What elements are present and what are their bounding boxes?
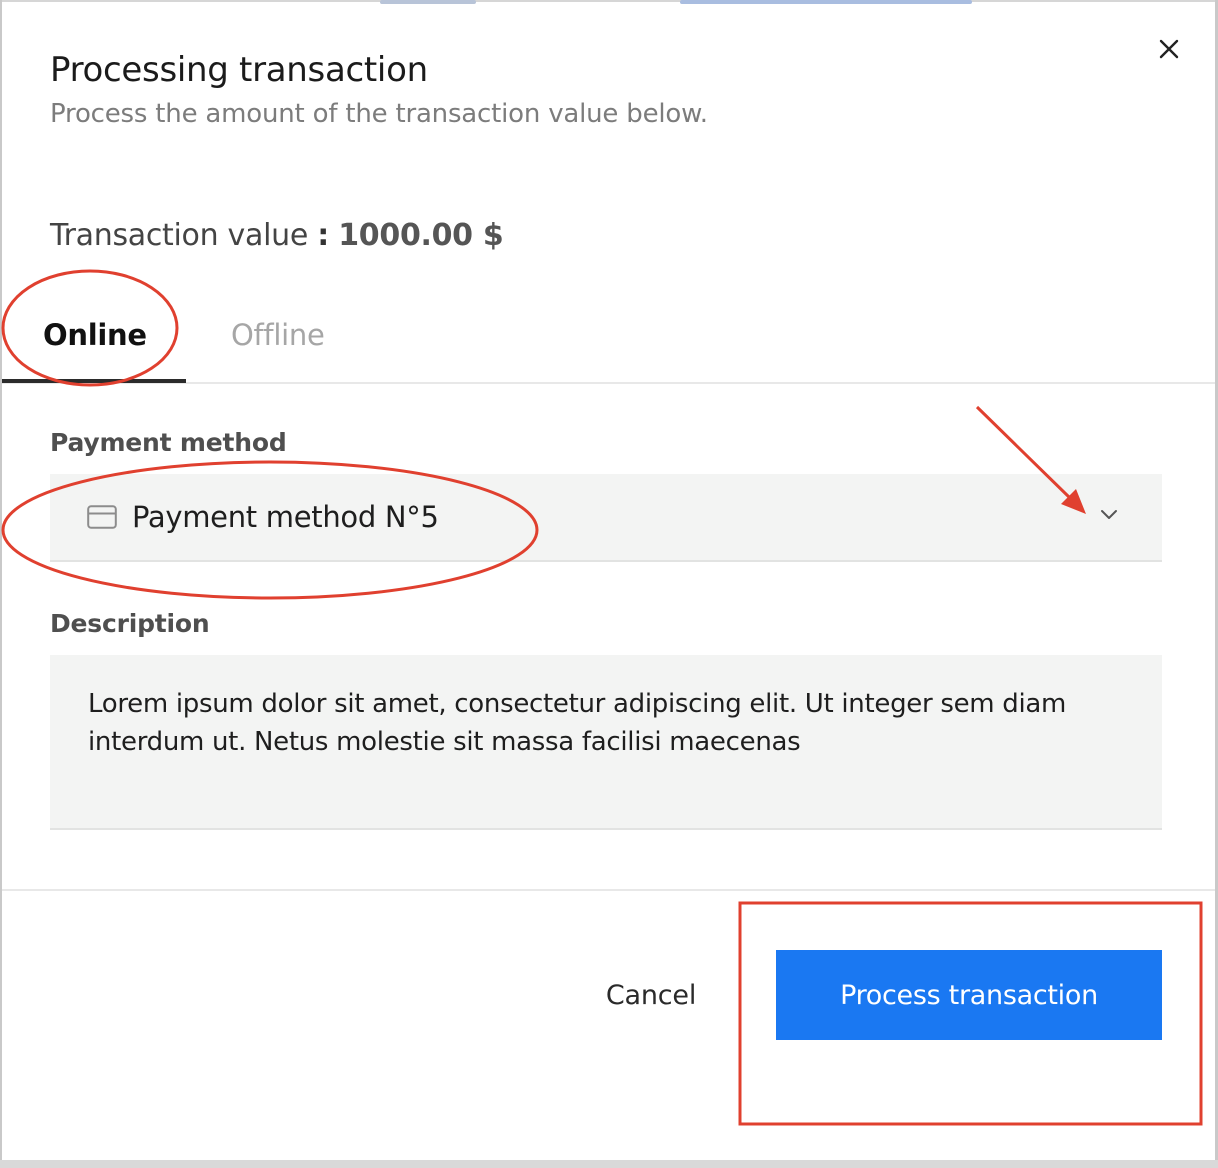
description-label: Description	[50, 609, 210, 638]
tab-online[interactable]: Online	[43, 318, 147, 352]
window-top-edge	[0, 0, 1218, 2]
chevron-down-icon	[1101, 510, 1117, 519]
close-icon	[1159, 39, 1179, 59]
process-transaction-button[interactable]: Process transaction	[776, 950, 1162, 1040]
transaction-value-label: Transaction value	[50, 218, 309, 253]
payment-method-label: Payment method	[50, 428, 287, 457]
dialog-title: Processing transaction	[50, 50, 428, 90]
transaction-value-row: Transaction value : 1000.00 $	[50, 218, 504, 253]
active-tab-indicator	[2, 379, 186, 383]
transaction-value-amount: 1000.00 $	[338, 218, 504, 253]
window-left-edge	[0, 0, 2, 1168]
description-textarea[interactable]: Lorem ipsum dolor sit amet, consectetur …	[50, 655, 1162, 830]
transaction-value-separator: :	[317, 218, 329, 253]
dialog-subtitle: Process the amount of the transaction va…	[50, 99, 708, 129]
tab-offline[interactable]: Offline	[231, 318, 325, 352]
cancel-button[interactable]: Cancel	[586, 962, 716, 1028]
payment-method-selected-value: Payment method N°5	[132, 500, 439, 534]
footer-divider	[2, 889, 1215, 891]
background-text-hint	[380, 0, 476, 4]
close-button[interactable]	[1152, 32, 1186, 66]
dialog-window: Processing transaction Process the amoun…	[0, 0, 1218, 1168]
background-link-hint	[680, 0, 972, 4]
window-bottom-edge	[0, 1160, 1218, 1168]
credit-card-icon	[87, 505, 117, 529]
payment-method-select[interactable]: Payment method N°5	[50, 474, 1162, 562]
